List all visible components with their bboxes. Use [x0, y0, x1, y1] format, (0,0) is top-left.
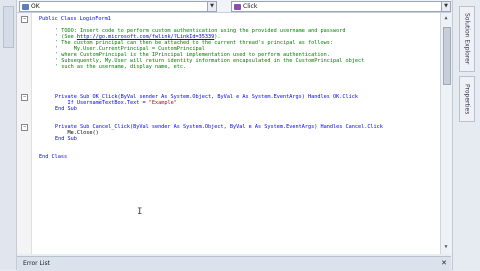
code-line: Private Sub Cancel_Click(ByVal sender As… — [55, 124, 383, 130]
code-line: ' such as the username, display name, et… — [55, 64, 187, 70]
collapse-icon[interactable]: − — [21, 94, 28, 101]
close-icon[interactable]: ✕ — [441, 259, 447, 267]
code-navigation-bar: OK ▼ Click ▼ — [17, 0, 451, 13]
i-beam-cursor-icon: I — [137, 207, 143, 217]
code-line: End Sub — [55, 136, 77, 142]
class-name-value: OK — [31, 3, 40, 10]
error-list-label: Error List — [23, 260, 51, 267]
scroll-down-icon[interactable]: ▼ — [442, 243, 450, 251]
method-name-value: Click — [243, 3, 258, 10]
code-editor[interactable]: − − − Public Class LoginForm1 ' TODO: In… — [17, 13, 451, 254]
scroll-thumb[interactable] — [443, 27, 451, 85]
tab-properties[interactable]: Properties — [459, 76, 475, 122]
scroll-up-icon[interactable]: ▲ — [442, 14, 450, 22]
code-line: End Class — [39, 154, 68, 160]
chevron-down-icon[interactable]: ▼ — [441, 2, 450, 11]
collapse-icon[interactable]: − — [21, 124, 28, 131]
chevron-down-icon[interactable]: ▼ — [207, 2, 216, 11]
event-icon — [234, 3, 241, 10]
collapse-icon[interactable]: − — [21, 16, 28, 23]
code-line: End Sub — [55, 106, 77, 112]
class-name-dropdown[interactable]: OK ▼ — [19, 1, 217, 12]
code-line: Public Class LoginForm1 — [39, 16, 111, 22]
toolbox-strip — [0, 0, 17, 270]
string-literal: "Example" — [148, 100, 177, 106]
vertical-scrollbar[interactable]: ▲ ▼ — [440, 13, 452, 254]
editor-margin — [17, 13, 32, 254]
method-name-dropdown[interactable]: Click ▼ — [231, 1, 451, 12]
error-list-bar[interactable]: Error List ✕ — [17, 256, 451, 271]
tab-solution-explorer[interactable]: Solution Explorer — [459, 6, 475, 72]
toolbox-tab[interactable] — [3, 6, 14, 48]
right-dock-strip: Solution Explorer Properties — [452, 0, 480, 270]
class-icon — [22, 3, 29, 10]
